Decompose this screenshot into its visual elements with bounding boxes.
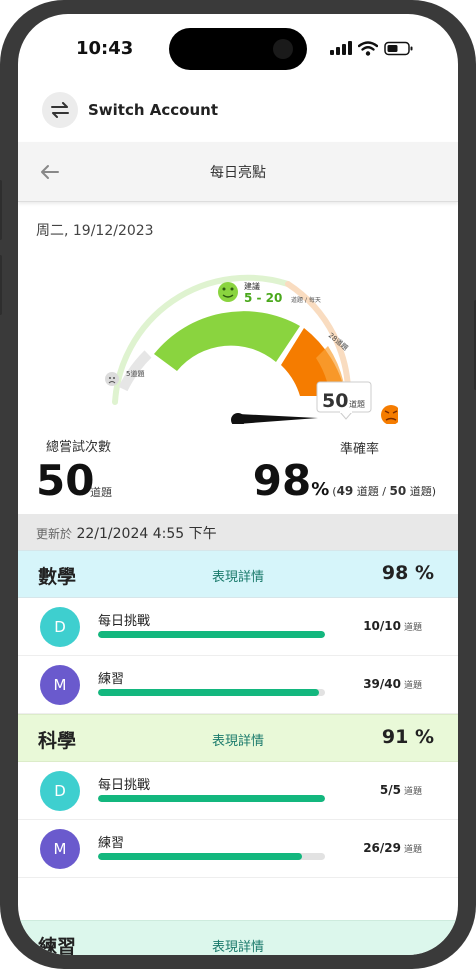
list-item[interactable]: D 每日挑戰 5/5 道題 [18, 762, 458, 820]
page-title: 每日亮點 [210, 165, 266, 181]
total-attempts-value: 50 [36, 456, 95, 505]
row-score-unit: 道題 [403, 787, 422, 797]
progress-bar [98, 689, 325, 696]
subject-header-science: 科學 表現詳情 91 % [18, 714, 458, 762]
progress-fill [98, 689, 320, 696]
row-score: 5/5 道題 [380, 783, 422, 797]
row-score-value: 10/10 [363, 619, 401, 633]
gauge-recommend-unit: 道題 / 每天 [291, 296, 321, 304]
list-item[interactable]: M 練習 26/29 道題 [18, 820, 458, 878]
accuracy-label: 準確率 [340, 442, 380, 457]
total-attempts-unit: 道題 [90, 486, 112, 499]
signal-icon [330, 41, 352, 55]
accuracy-correct: 49 [336, 484, 354, 498]
wifi-icon [358, 40, 378, 56]
accuracy-unit-2: 道題 [409, 485, 432, 498]
accuracy-percent-sign: % [311, 479, 330, 500]
row-score-unit: 道題 [403, 845, 422, 855]
performance-details-link[interactable]: 表現詳情 [18, 936, 458, 955]
screen: 10:43 Switch Account 每日亮點 周二, 19/12/2023… [18, 14, 458, 955]
progress-fill [98, 853, 302, 860]
accuracy-unit-1: 道題 [356, 485, 379, 498]
switch-account-label[interactable]: Switch Account [88, 101, 218, 119]
happy-face-icon [218, 282, 238, 302]
row-score: 10/10 道題 [363, 619, 422, 633]
progress-fill [98, 631, 325, 638]
progress-fill [98, 795, 325, 802]
row-score-value: 39/40 [363, 677, 401, 691]
row-label: 練習 [98, 672, 125, 687]
subject-header-math: 數學 表現詳情 98 % [18, 550, 458, 598]
gauge-current-value: 50 [322, 390, 348, 412]
accuracy-value: 98 [252, 456, 312, 505]
subject-header-practice: 練習 表現詳情 [18, 920, 458, 955]
row-score-unit: 道題 [403, 681, 422, 691]
gauge-recommend-label: 建議 [244, 281, 260, 291]
progress-bar [98, 795, 325, 802]
progress-bar [98, 631, 325, 638]
swap-arrows-icon [51, 102, 69, 118]
angry-face-icon [381, 405, 398, 424]
gauge-current-unit: 道題 [349, 399, 365, 409]
sad-face-icon [105, 372, 119, 386]
row-score-value: 5/5 [379, 783, 401, 797]
progress-bar [98, 853, 325, 860]
phone-frame: 10:43 Switch Account 每日亮點 周二, 19/12/2023… [0, 0, 476, 969]
list-item[interactable]: D 每日挑戰 10/10 道題 [18, 598, 458, 656]
gauge-low-mark: 5道題 [126, 369, 144, 378]
dynamic-island [169, 28, 307, 70]
accuracy-sep: / [382, 485, 386, 498]
switch-account-button[interactable] [42, 92, 78, 128]
gauge-recommend-range: 5 - 20 [244, 291, 282, 305]
row-score-unit: 道題 [403, 623, 422, 633]
status-icons [330, 40, 414, 56]
avatar: M [40, 829, 80, 869]
gauge-green-segment [154, 311, 300, 371]
side-button-left-2 [0, 255, 2, 315]
page-header: 每日亮點 [18, 142, 458, 202]
row-label: 每日挑戰 [98, 778, 151, 793]
updated-bar: 更新於 22/1/2024 4:55 下午 [18, 514, 458, 550]
avatar: D [40, 771, 80, 811]
row-score: 26/29 道題 [363, 841, 422, 855]
row-label: 每日挑戰 [98, 614, 151, 629]
updated-time: 22/1/2024 4:55 下午 [76, 526, 217, 542]
camera-icon [273, 39, 293, 59]
accuracy-detail: (49 道題 / 50 道題) [332, 484, 436, 498]
row-score-value: 26/29 [363, 841, 401, 855]
subject-percent: 98 % [381, 562, 434, 584]
status-time: 10:43 [76, 38, 134, 59]
gauge-needle [238, 414, 318, 424]
row-score: 39/40 道題 [363, 677, 422, 691]
accuracy-total: 50 [389, 484, 407, 498]
total-attempts-label: 總嘗試次數 [46, 440, 112, 455]
accuracy-block: 98 % (49 道題 / 50 道題) [253, 456, 436, 505]
switch-account-row[interactable]: Switch Account [18, 88, 458, 134]
avatar: M [40, 665, 80, 705]
date-label: 周二, 19/12/2023 [36, 223, 154, 239]
avatar: D [40, 607, 80, 647]
status-bar: 10:43 [18, 14, 458, 78]
row-label: 練習 [98, 836, 125, 851]
battery-icon [384, 41, 413, 55]
updated-prefix: 更新於 [36, 527, 73, 541]
subject-percent: 91 % [381, 726, 434, 748]
side-button-left-1 [0, 180, 2, 240]
list-item[interactable]: M 練習 39/40 道題 [18, 656, 458, 714]
daily-gauge: 建議 5 - 20 道題 / 每天 5道題 28道題 50 道題 [105, 274, 398, 424]
